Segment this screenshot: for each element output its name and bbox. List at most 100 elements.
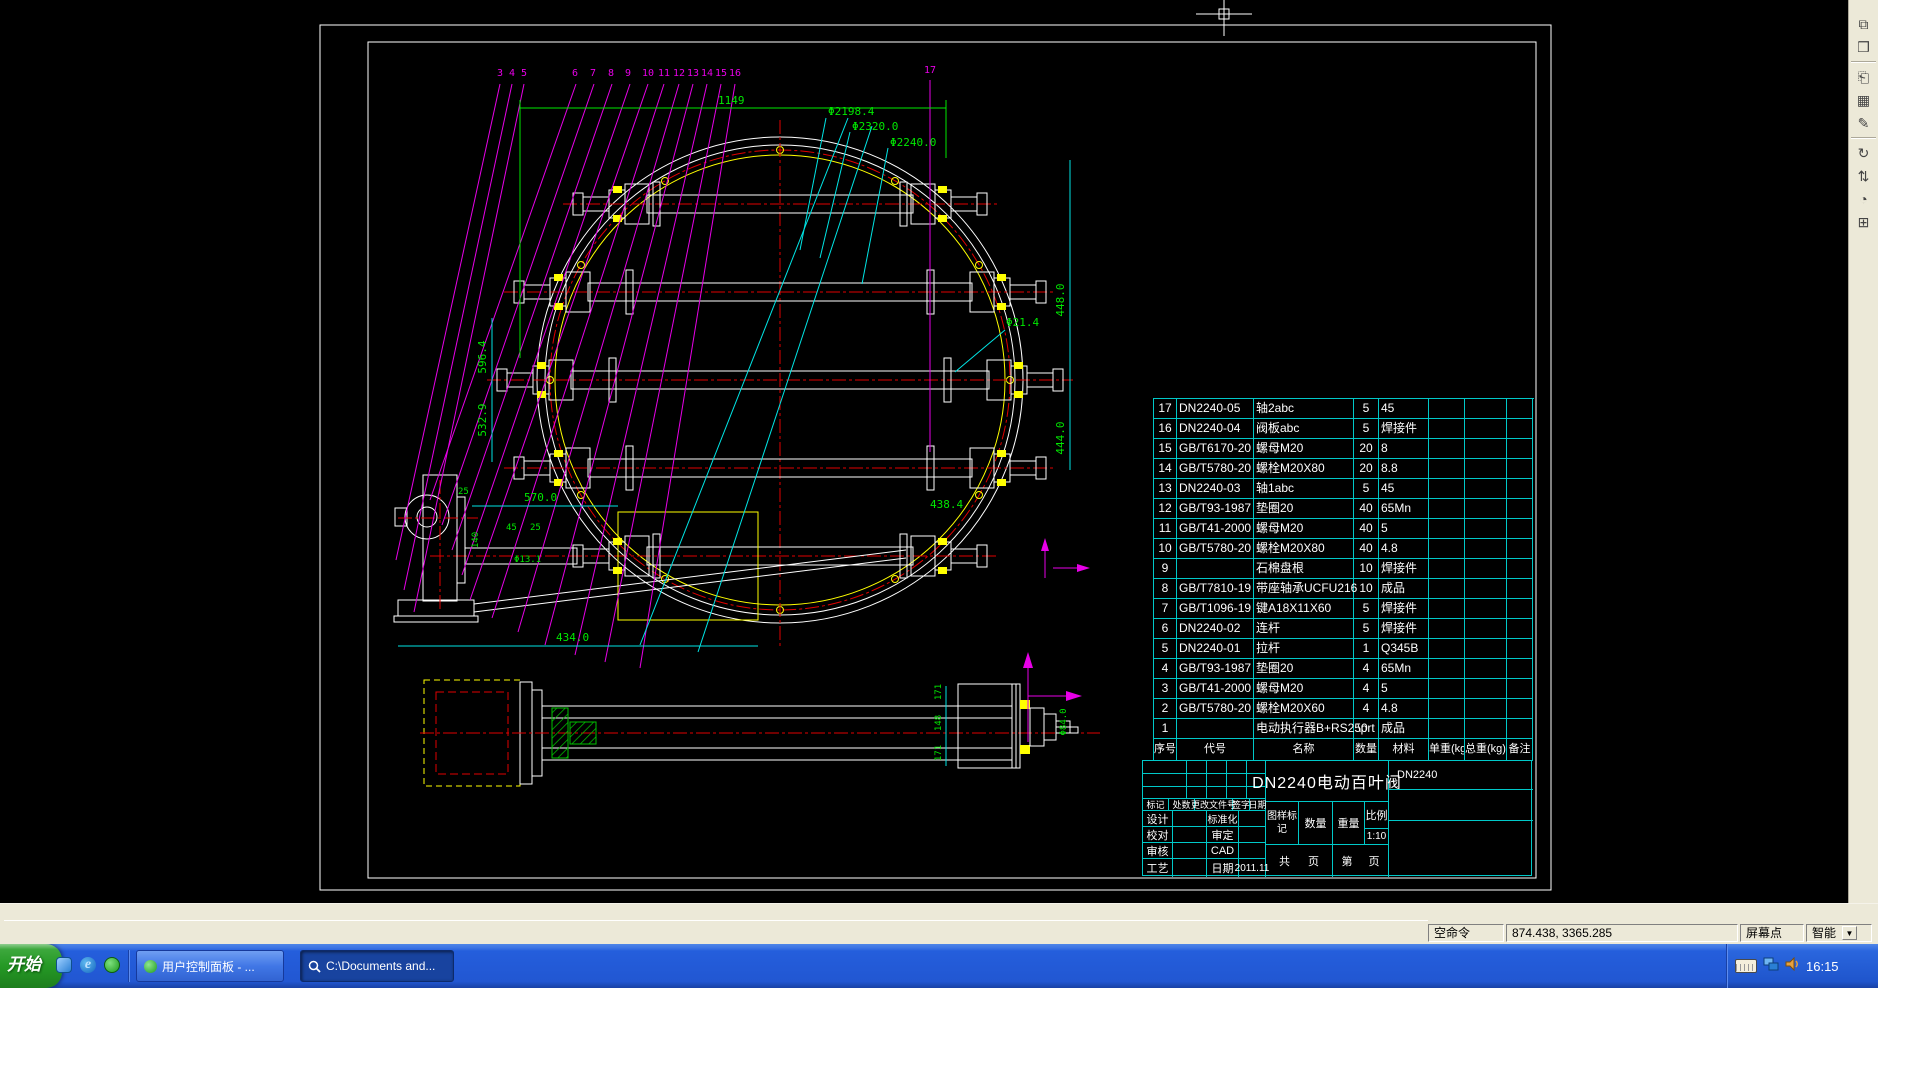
bom-remark bbox=[1507, 719, 1533, 739]
drawing-view[interactable]: .we { fill:none; stroke:#ffffff; stroke-… bbox=[0, 0, 1848, 903]
crosshair-cursor bbox=[1196, 0, 1252, 36]
svg-text:148: 148 bbox=[934, 715, 944, 731]
task-button-documents[interactable]: C:\Documents and... bbox=[300, 950, 454, 982]
task-button-label: C:\Documents and... bbox=[326, 959, 435, 973]
keyboard-icon[interactable] bbox=[1735, 959, 1757, 973]
bom-no: 14 bbox=[1154, 459, 1177, 479]
pattern-icon[interactable]: ▦ bbox=[1852, 89, 1876, 111]
bom-unit-weight bbox=[1429, 499, 1465, 519]
mirror-icon[interactable]: ⇅ bbox=[1852, 165, 1876, 187]
bom-header: 材料 bbox=[1379, 739, 1429, 761]
svg-text:Φ13.1: Φ13.1 bbox=[514, 555, 541, 565]
tb-label: 审定 bbox=[1207, 827, 1239, 843]
view-3d-icon[interactable]: ❒ bbox=[1852, 36, 1876, 58]
svg-text:9: 9 bbox=[625, 68, 631, 79]
tb-label: 图样标记 bbox=[1266, 802, 1299, 845]
snap-mode-select[interactable]: 智能 ▼ bbox=[1806, 924, 1872, 942]
bom-qty: 40 bbox=[1354, 499, 1379, 519]
bom-code: GB/T6170-20 bbox=[1177, 439, 1254, 459]
bom-material: 8 bbox=[1379, 439, 1429, 459]
bom-qty: 5 bbox=[1354, 399, 1379, 419]
dropdown-arrow-icon[interactable]: ▼ bbox=[1842, 926, 1857, 940]
system-tray: 16:15 bbox=[1726, 944, 1878, 988]
bom-header: 序号 bbox=[1154, 739, 1177, 761]
bom-remark bbox=[1507, 579, 1533, 599]
bom-name: 电动执行器B+RS250 bbox=[1254, 719, 1354, 739]
tb-label: 工艺 bbox=[1143, 859, 1173, 877]
bom-unit-weight bbox=[1429, 419, 1465, 439]
sketch-icon[interactable]: ✎ bbox=[1852, 112, 1876, 134]
svg-text:448.0: 448.0 bbox=[1054, 283, 1067, 316]
bom-no: 11 bbox=[1154, 519, 1177, 539]
svg-text:596.4: 596.4 bbox=[476, 340, 489, 373]
svg-text:15: 15 bbox=[715, 68, 727, 79]
bom-name: 阀板abc bbox=[1254, 419, 1354, 439]
svg-text:570.0: 570.0 bbox=[524, 491, 557, 504]
screen-point-toggle[interactable]: 屏幕点 bbox=[1740, 924, 1804, 942]
messenger-icon[interactable] bbox=[56, 957, 74, 975]
bom-code bbox=[1177, 559, 1254, 579]
front-view bbox=[430, 120, 1073, 648]
tb-label: CAD bbox=[1207, 843, 1239, 859]
table-row: 12 GB/T93-1987 垫圈20 40 65Mn bbox=[1154, 499, 1534, 519]
bom-unit-weight bbox=[1429, 579, 1465, 599]
bom-qty: 4 bbox=[1354, 699, 1379, 719]
bom-no: 4 bbox=[1154, 659, 1177, 679]
bom-remark bbox=[1507, 599, 1533, 619]
paste-icon[interactable]: ⎗ bbox=[1852, 66, 1876, 88]
bom-header: 名称 bbox=[1254, 739, 1354, 761]
svg-text:3: 3 bbox=[497, 68, 503, 79]
bom-qty: 4 bbox=[1354, 659, 1379, 679]
bom-material: 65Mn bbox=[1379, 499, 1429, 519]
title-block: 标记 处数 更改文件号 签字 日期 设计 标准化 校对 审定 审核 CAD 工艺… bbox=[1142, 760, 1532, 876]
bom-code bbox=[1177, 719, 1254, 739]
bom-header: 单重(kg) bbox=[1429, 739, 1465, 761]
balloon-callouts: 3 4 5 6 7 8 9 10 11 12 13 14 15 16 17 bbox=[396, 65, 1090, 742]
svg-text:140: 140 bbox=[471, 532, 481, 548]
svg-text:45: 45 bbox=[506, 523, 517, 533]
bom-no: 13 bbox=[1154, 479, 1177, 499]
bom-total-weight bbox=[1465, 699, 1507, 719]
svg-text:13: 13 bbox=[687, 68, 699, 79]
section-icon[interactable]: ◔ bbox=[1852, 188, 1876, 210]
bom-qty: \prt bbox=[1354, 719, 1379, 739]
tb-label: 设计 bbox=[1143, 811, 1173, 827]
svg-text:5: 5 bbox=[521, 68, 527, 79]
bom-name: 螺母M20 bbox=[1254, 519, 1354, 539]
network-icon[interactable] bbox=[1763, 957, 1779, 976]
start-button[interactable]: 开始 bbox=[0, 944, 62, 988]
bom-header: 备注 bbox=[1507, 739, 1533, 761]
ie-icon[interactable]: e bbox=[80, 957, 98, 975]
bom-remark bbox=[1507, 499, 1533, 519]
block-tool-icon[interactable]: ⧉ bbox=[1852, 13, 1876, 35]
svg-text:25: 25 bbox=[530, 523, 541, 533]
volume-icon[interactable] bbox=[1785, 957, 1800, 976]
bom-no: 12 bbox=[1154, 499, 1177, 519]
task-button-control-panel[interactable]: 用户控制面板 - ... bbox=[136, 950, 284, 982]
rev-label: 更改文件号 bbox=[1195, 799, 1233, 811]
bom-no: 7 bbox=[1154, 599, 1177, 619]
bom-unit-weight bbox=[1429, 699, 1465, 719]
bom-qty: 40 bbox=[1354, 519, 1379, 539]
command-line[interactable] bbox=[4, 906, 1428, 921]
cad-canvas[interactable]: .we { fill:none; stroke:#ffffff; stroke-… bbox=[0, 0, 1848, 903]
bom-unit-weight bbox=[1429, 619, 1465, 639]
taskbar: 开始 e 用户控制面板 - ... C:\Documents and... 16… bbox=[0, 944, 1878, 988]
bom-no: 16 bbox=[1154, 419, 1177, 439]
rotate-icon[interactable]: ↻ bbox=[1852, 142, 1876, 164]
magnifier-icon bbox=[308, 960, 321, 973]
status-bar: 空命令 874.438, 3365.285 屏幕点 智能 ▼ bbox=[0, 903, 1878, 944]
table-row: 6 DN2240-02 连杆 5 焊接件 bbox=[1154, 619, 1534, 639]
array-icon[interactable]: ⊞ bbox=[1852, 211, 1876, 233]
bom-total-weight bbox=[1465, 719, 1507, 739]
svg-text:12: 12 bbox=[673, 68, 685, 79]
table-row: 9 石棉盘根 10 焊接件 bbox=[1154, 559, 1534, 579]
bom-total-weight bbox=[1465, 539, 1507, 559]
rev-label: 标记 bbox=[1143, 799, 1169, 811]
green-program-icon[interactable] bbox=[104, 957, 122, 975]
tb-label: 比例 bbox=[1365, 802, 1389, 829]
side-toolbar: ⧉ ❒ ⎗ ▦ ✎ ↻ ⇅ ◔ ⊞ bbox=[1848, 0, 1878, 903]
bom-material: 65Mn bbox=[1379, 659, 1429, 679]
bom-remark bbox=[1507, 639, 1533, 659]
bom-remark bbox=[1507, 399, 1533, 419]
